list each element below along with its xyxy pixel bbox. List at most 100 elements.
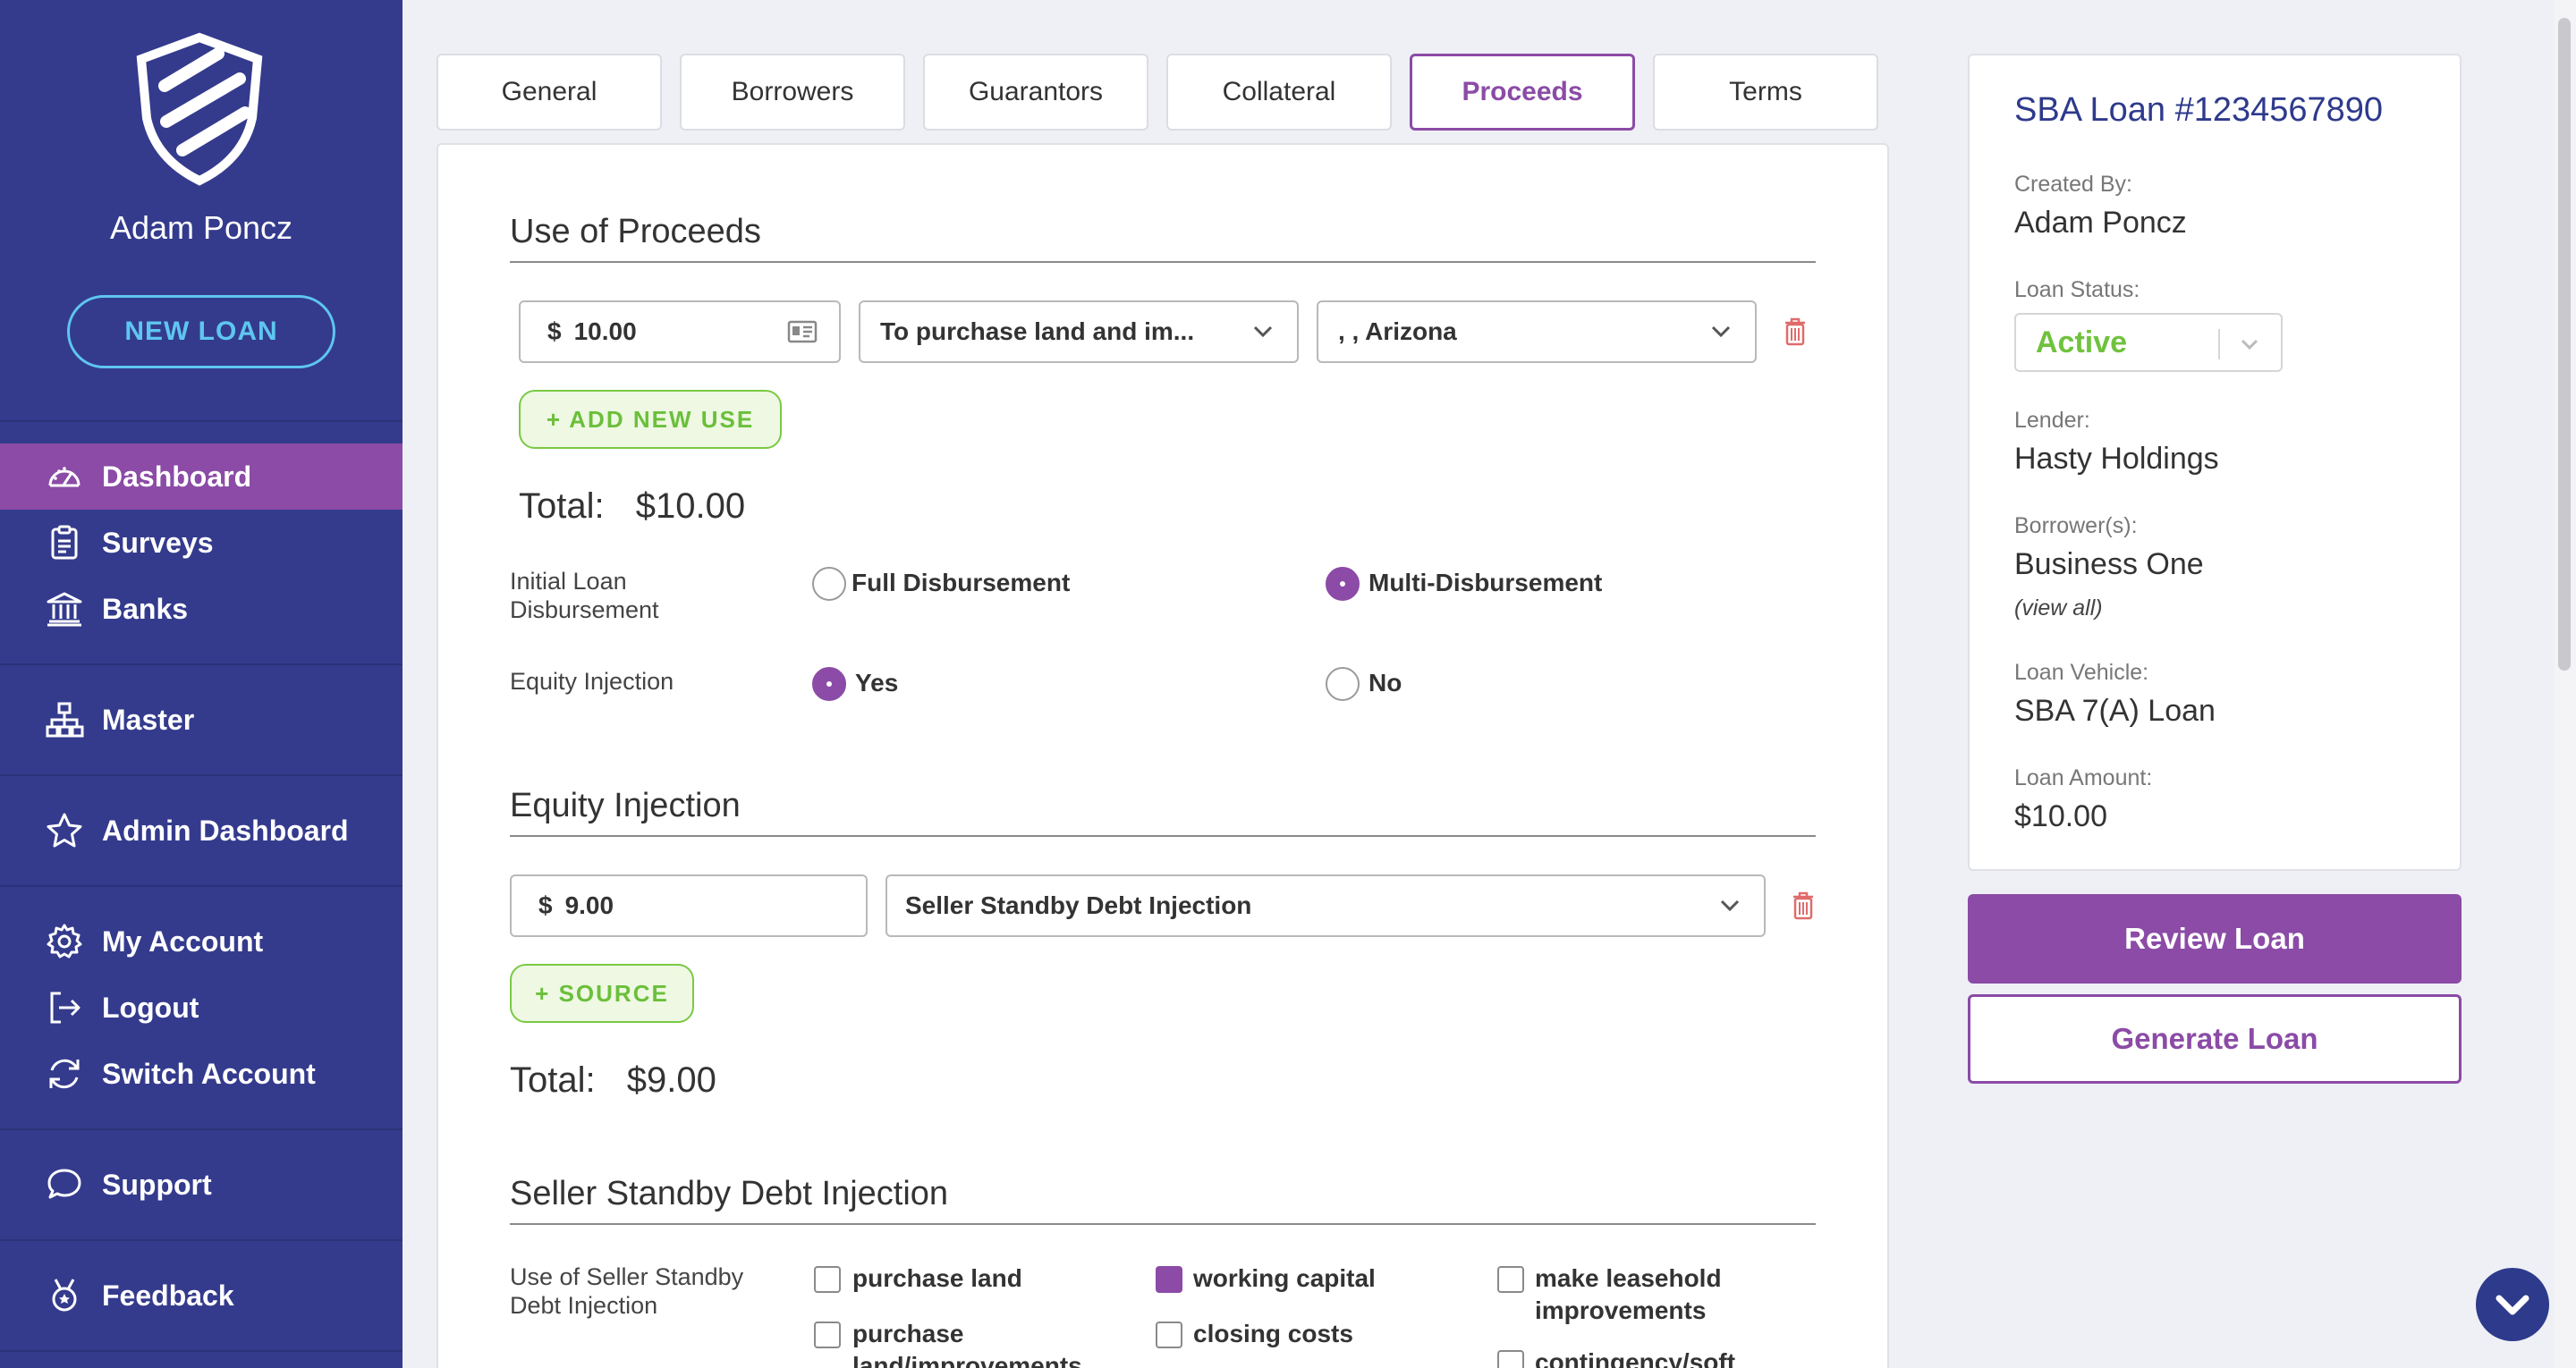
location-select[interactable]: , , Arizona [1317,300,1757,363]
equity-total: Total: $9.00 [510,1060,716,1101]
full-disbursement-label[interactable]: Full Disbursement [852,567,1070,599]
checkbox-purchase-land[interactable] [814,1266,841,1293]
sidebar: Adam Poncz NEW LOAN Dashboard Surveys Ba… [0,0,402,1368]
divider [0,420,402,422]
view-all-link[interactable]: (view all) [2014,595,2103,621]
equity-injection-title: Equity Injection [510,787,741,824]
sidebar-item-support[interactable]: Support [0,1152,402,1218]
location-value: , , Arizona [1338,317,1457,345]
tab-proceeds[interactable]: Proceeds [1410,54,1635,131]
checkbox-closing-costs[interactable] [1156,1322,1182,1348]
equity-question-label: Equity Injection [510,668,674,695]
loan-status-select[interactable]: Active [2014,313,2283,372]
generate-loan-button[interactable]: Generate Loan [1968,994,2462,1084]
equity-yes-label[interactable]: Yes [855,667,898,699]
divider [0,885,402,887]
option-closing-costs[interactable]: closing costs [1193,1318,1353,1350]
logout-icon [43,986,86,1029]
sidebar-item-feedback[interactable]: Feedback [0,1262,402,1329]
section-rule [510,835,1816,837]
tab-collateral[interactable]: Collateral [1166,54,1392,131]
loan-amount-value: $10.00 [2014,799,2107,833]
divider [0,1128,402,1130]
chevron-down-icon [2496,1295,2529,1315]
checkbox-contingency-soft[interactable] [1497,1350,1524,1368]
chevron-down-icon [1711,325,1731,338]
add-new-use-button[interactable]: + ADD NEW USE [519,390,782,449]
refresh-icon [43,1052,86,1095]
section-rule [510,1223,1816,1225]
checkbox-purchase-land-improvements[interactable] [814,1322,841,1348]
sidebar-item-label: Dashboard [102,460,252,493]
loan-title: SBA Loan #1234567890 [2014,91,2384,129]
sidebar-item-banks[interactable]: Banks [0,576,402,642]
borrowers-label: Borrower(s): [2014,513,2138,538]
equity-source-value: Seller Standby Debt Injection [905,891,1252,919]
scroll-down-button[interactable] [2476,1268,2549,1341]
equity-no-radio[interactable] [1326,667,1360,701]
tab-terms[interactable]: Terms [1653,54,1878,131]
checkbox-leasehold-improvements[interactable] [1497,1266,1524,1293]
loan-vehicle-value: SBA 7(A) Loan [2014,694,2216,728]
checkbox-working-capital[interactable] [1156,1266,1182,1293]
sidebar-item-my-account[interactable]: My Account [0,908,402,975]
use-type-value: To purchase land and im... [880,317,1195,345]
sitemap-icon [43,698,86,741]
option-contingency-soft[interactable]: contingency/soft [1535,1347,1735,1368]
clipboard-icon [43,521,86,564]
lender-label: Lender: [2014,408,2090,433]
loan-amount-label: Loan Amount: [2014,765,2153,790]
tab-borrowers[interactable]: Borrowers [680,54,905,131]
full-disbursement-radio[interactable] [812,567,846,601]
award-icon [43,1274,86,1317]
sidebar-item-surveys[interactable]: Surveys [0,510,402,576]
multi-disbursement-radio[interactable] [1326,567,1360,601]
tab-guarantors[interactable]: Guarantors [923,54,1148,131]
sidebar-item-admin-dashboard[interactable]: Admin Dashboard [0,798,402,864]
scrollbar-thumb[interactable] [2558,18,2571,671]
sidebar-item-master[interactable]: Master [0,687,402,753]
proceeds-total: Total: $10.00 [519,486,745,527]
speedometer-icon [43,455,86,498]
total-label: Total: [510,1060,596,1100]
equity-source-select[interactable]: Seller Standby Debt Injection [886,874,1766,937]
chevron-down-icon [1253,325,1273,338]
star-icon [43,809,86,852]
equity-amount-input[interactable]: $ 9.00 [510,874,868,937]
add-source-button[interactable]: + SOURCE [510,964,694,1023]
sidebar-item-label: Master [102,703,195,736]
chevron-down-icon [1720,899,1740,912]
sidebar-item-label: Feedback [102,1279,234,1312]
new-loan-button[interactable]: NEW LOAN [67,295,335,368]
equity-no-label[interactable]: No [1368,667,1402,699]
use-type-select[interactable]: To purchase land and im... [859,300,1299,363]
sidebar-item-switch-account[interactable]: Switch Account [0,1041,402,1107]
proceeds-amount-input[interactable]: $ 10.00 [519,300,841,363]
option-leasehold-improvements[interactable]: make leasehold improvements [1535,1262,1767,1327]
option-purchase-land-improvements[interactable]: purchase land/improvements [852,1318,1082,1368]
loan-status-value: Active [2036,325,2128,359]
review-loan-button[interactable]: Review Loan [1968,894,2462,984]
chat-icon [43,1163,86,1206]
sidebar-item-dashboard[interactable]: Dashboard [0,443,402,510]
trash-icon[interactable] [1791,891,1816,921]
total-value: $10.00 [635,486,746,526]
option-purchase-land[interactable]: purchase land [852,1262,1022,1295]
loan-status-label: Loan Status: [2014,277,2140,302]
sidebar-item-label: Banks [102,592,189,625]
user-name: Adam Poncz [109,209,293,246]
currency-symbol: $ [547,317,562,345]
option-working-capital[interactable]: working capital [1193,1262,1376,1295]
total-value: $9.00 [626,1060,716,1100]
sidebar-item-logout[interactable]: Logout [0,975,402,1041]
gear-icon [43,920,86,963]
loan-info-card: SBA Loan #1234567890 Created By: Adam Po… [1968,54,2462,871]
borrowers-value: Business One [2014,547,2204,581]
total-label: Total: [519,486,605,526]
tab-general[interactable]: General [436,54,662,131]
equity-yes-radio[interactable] [812,667,846,701]
multi-disbursement-label[interactable]: Multi-Disbursement [1368,567,1602,599]
divider [0,1239,402,1241]
trash-icon[interactable] [1783,317,1808,347]
sidebar-item-label: Switch Account [102,1057,316,1090]
